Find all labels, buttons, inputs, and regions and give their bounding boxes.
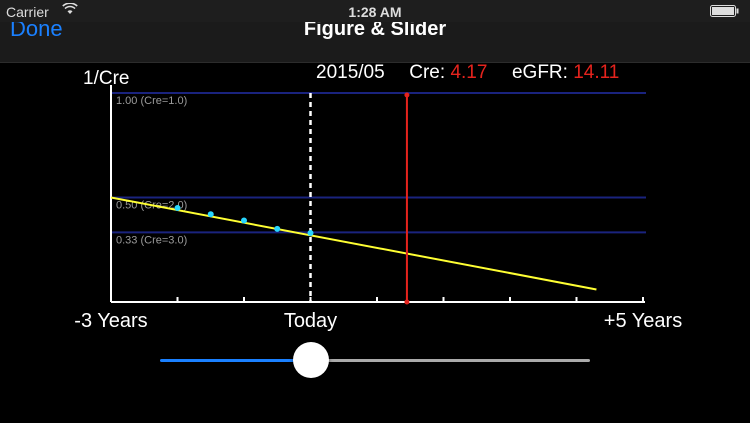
screen: Done Figure & Slider Carrier 1:28 AM 201… — [0, 0, 750, 423]
reference-label: 1.00 (Cre=1.0) — [116, 95, 187, 107]
data-point — [241, 217, 247, 224]
slider-track-min[interactable] — [160, 359, 311, 362]
x-tick-label-start: -3 Years — [74, 310, 148, 332]
data-point — [207, 211, 214, 218]
x-tick-label-today: Today — [283, 310, 338, 332]
slider-thumb[interactable] — [292, 342, 329, 378]
x-tick-label-end: +5 Years — [603, 310, 683, 332]
reference-label: 0.33 (Cre=3.0) — [116, 234, 187, 246]
slider-track-max[interactable] — [310, 359, 590, 362]
data-point — [274, 225, 281, 232]
selected-marker-cap-top — [404, 92, 410, 98]
data-point — [307, 230, 314, 237]
data-point — [174, 204, 181, 211]
time-slider[interactable] — [160, 340, 590, 380]
selected-marker-cap-bottom — [404, 299, 410, 305]
